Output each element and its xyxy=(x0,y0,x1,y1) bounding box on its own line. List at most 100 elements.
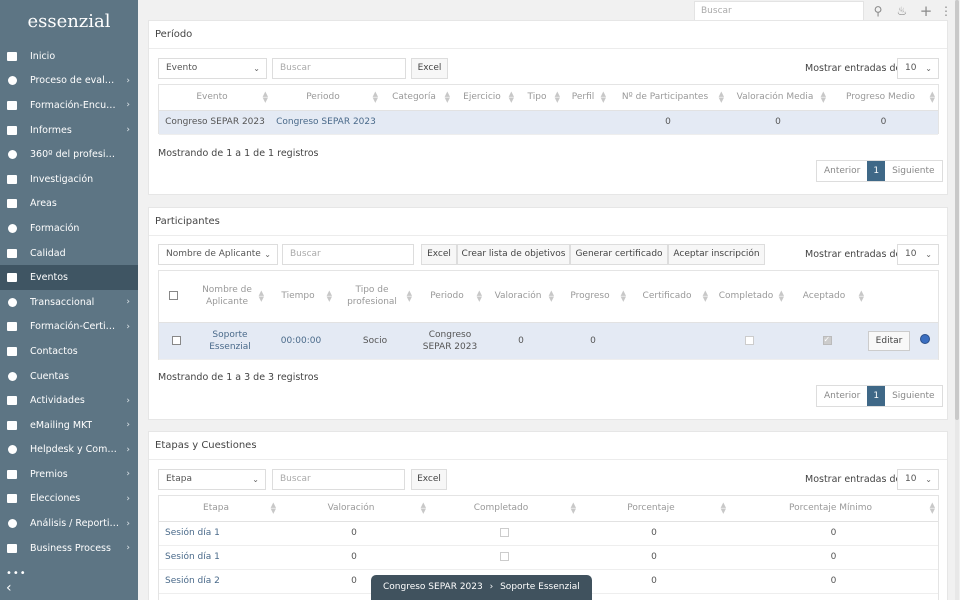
breadcrumb-item[interactable]: Soporte Essenzial xyxy=(500,582,580,592)
participantes-filter-select[interactable]: Nombre de Aplicante ⌄ xyxy=(158,244,278,265)
pager-prev-button[interactable]: Anterior xyxy=(817,386,868,406)
cell-select[interactable] xyxy=(159,322,193,360)
col-evento[interactable]: Evento ▲ ▼ xyxy=(159,85,271,111)
user-status-icon[interactable] xyxy=(919,333,930,344)
app-logo[interactable]: essenzial xyxy=(0,0,138,44)
select-all-checkbox[interactable] xyxy=(168,291,178,301)
chevron-right-icon: › xyxy=(126,75,130,86)
sidebar-item-elecciones[interactable]: Elecciones › xyxy=(0,487,138,512)
col-aceptado[interactable]: Aceptado ▲ ▼ xyxy=(787,271,867,323)
collapse-icon[interactable]: ‹ xyxy=(6,580,12,596)
col-nombre[interactable]: Nombre de Aplicante ▲ ▼ xyxy=(193,271,267,323)
cell-actions: Editar xyxy=(867,322,911,360)
generar-certificado-button[interactable]: Generar certificado xyxy=(570,244,668,265)
periodo-filter-select[interactable]: Evento ⌄ xyxy=(158,58,267,79)
table-row[interactable]: Sesión día 1 0 0 0 xyxy=(159,545,938,570)
sidebar-item-actividades[interactable]: Actividades › xyxy=(0,388,138,413)
col-ejercicio[interactable]: Ejercicio ▲ ▼ xyxy=(453,85,517,111)
table-row[interactable]: Soporte Essenzial 00:00:00 Socio Congres… xyxy=(159,322,938,360)
participantes-table: Nombre de Aplicante ▲ ▼ Tiempo ▲ ▼ Tipo de p… xyxy=(159,271,938,360)
col-aceptado-label: Aceptado xyxy=(802,291,846,302)
col-certificado[interactable]: Certificado ▲ ▼ xyxy=(629,271,711,323)
kebab-menu-icon[interactable]: ⋮ xyxy=(940,4,952,18)
sidebar-item-helpdesk-y-comun[interactable]: Helpdesk y Comun... › xyxy=(0,438,138,463)
global-search-input[interactable]: Buscar xyxy=(694,1,864,21)
row-checkbox[interactable] xyxy=(171,335,181,345)
sidebar-item-formación-encues[interactable]: Formación-Encues... › xyxy=(0,93,138,118)
breadcrumb-item[interactable]: Congreso SEPAR 2023 xyxy=(383,582,483,592)
col-progreso-medio[interactable]: Progreso Medio ▲ ▼ xyxy=(829,85,938,111)
pager-next-button[interactable]: Siguiente xyxy=(885,161,942,181)
pager-next-button[interactable]: Siguiente xyxy=(885,386,942,406)
periodo-search-input[interactable]: Buscar xyxy=(272,58,406,79)
etapas-search-input[interactable]: Buscar xyxy=(272,469,405,490)
crear-lista-objetivos-button[interactable]: Crear lista de objetivos xyxy=(457,244,570,265)
pager-prev-button[interactable]: Anterior xyxy=(817,161,868,181)
col-perfil[interactable]: Perfil ▲ ▼ xyxy=(563,85,609,111)
aceptar-inscripcion-button[interactable]: Aceptar inscripción xyxy=(668,244,765,265)
col-progreso[interactable]: Progreso ▲ ▼ xyxy=(557,271,629,323)
cell-etapa-link[interactable]: Sesión día 1 xyxy=(159,545,279,570)
sidebar-item-inicio[interactable]: Inicio xyxy=(0,44,138,69)
pager-page-1[interactable]: 1 xyxy=(867,161,886,181)
col-porcentaje-minimo[interactable]: Porcentaje Mínimo ▲ ▼ xyxy=(729,496,938,522)
more-icon[interactable]: ••• xyxy=(6,568,27,579)
col-categoria[interactable]: Categoría ▲ ▼ xyxy=(381,85,453,111)
bell-icon[interactable]: ♨ xyxy=(892,4,912,18)
col-periodo[interactable]: Periodo ▲ ▼ xyxy=(415,271,485,323)
search-icon[interactable]: ⚲ xyxy=(868,4,888,18)
sort-icon: ▲ ▼ xyxy=(444,90,450,105)
periodo-panel: Período Evento ⌄ Buscar Excel Mostrar ent… xyxy=(148,20,948,195)
sidebar-item-formación-certific[interactable]: Formación-Certific... › xyxy=(0,315,138,340)
periodo-entries-select[interactable]: 10 ⌄ xyxy=(897,58,939,79)
cell-nombre-link[interactable]: Soporte Essenzial xyxy=(193,322,267,360)
sidebar-item-contactos[interactable]: Contactos xyxy=(0,339,138,364)
sidebar-item-cuentas[interactable]: Cuentas xyxy=(0,364,138,389)
table-row[interactable]: Congreso SEPAR 2023 Congreso SEPAR 2023 … xyxy=(159,110,938,135)
sidebar-item-emailing-mkt[interactable]: eMailing MKT › xyxy=(0,413,138,438)
col-select-all[interactable] xyxy=(159,271,193,323)
sidebar-item-áreas[interactable]: Áreas xyxy=(0,192,138,217)
sidebar-item-business-process[interactable]: Business Process › xyxy=(0,536,138,561)
page-scrollbar[interactable] xyxy=(955,0,959,600)
edit-button[interactable]: Editar xyxy=(867,330,911,351)
participantes-excel-button[interactable]: Excel xyxy=(421,244,457,265)
sort-icon: ▲ ▼ xyxy=(326,289,332,304)
table-row[interactable]: Sesión día 1 0 0 0 xyxy=(159,521,938,546)
periodo-excel-button[interactable]: Excel xyxy=(411,58,448,79)
col-tiempo[interactable]: Tiempo ▲ ▼ xyxy=(267,271,335,323)
scrollbar-thumb[interactable] xyxy=(955,0,959,420)
col-completado[interactable]: Completado ▲ ▼ xyxy=(429,496,579,522)
participantes-search-input[interactable]: Buscar xyxy=(282,244,414,265)
col-valoracion-media[interactable]: Valoración Media ▲ ▼ xyxy=(727,85,829,111)
cell-etapa-link[interactable]: Sesión día 1 xyxy=(159,521,279,546)
col-tipo-profesional[interactable]: Tipo de profesional ▲ ▼ xyxy=(335,271,415,323)
col-valoracion[interactable]: Valoración ▲ ▼ xyxy=(279,496,429,522)
sidebar-item-premios[interactable]: Premios › xyxy=(0,462,138,487)
sort-icon: ▲ ▼ xyxy=(929,501,935,516)
participantes-entries-select[interactable]: 10 ⌄ xyxy=(897,244,939,265)
col-participantes[interactable]: Nº de Participantes ▲ ▼ xyxy=(609,85,727,111)
col-valoracion[interactable]: Valoración ▲ ▼ xyxy=(485,271,557,323)
col-completado[interactable]: Completado ▲ ▼ xyxy=(711,271,787,323)
sidebar-item-transaccional[interactable]: Transaccional › xyxy=(0,290,138,315)
pager-page-1[interactable]: 1 xyxy=(867,386,886,406)
etapas-filter-select[interactable]: Etapa ⌄ xyxy=(158,469,266,490)
sidebar-item-informes[interactable]: Informes › xyxy=(0,118,138,143)
cell-etapa-link[interactable]: Sesión día 2 xyxy=(159,569,279,594)
sidebar-item-formación[interactable]: Formación xyxy=(0,216,138,241)
sidebar-item-360º-del-profesional[interactable]: 360º del profesional xyxy=(0,142,138,167)
sidebar-item-eventos[interactable]: Eventos xyxy=(0,265,138,290)
col-etapa[interactable]: Etapa ▲ ▼ xyxy=(159,496,279,522)
sidebar-item-proceso-de-evalua[interactable]: Proceso de evalua... › xyxy=(0,69,138,94)
sidebar-item-análisis-reporting[interactable]: Análisis / Reporting › xyxy=(0,511,138,536)
plus-icon[interactable]: + xyxy=(916,2,936,20)
cell-periodo-link[interactable]: Congreso SEPAR 2023 xyxy=(271,110,381,135)
sidebar-item-calidad[interactable]: Calidad xyxy=(0,241,138,266)
col-periodo[interactable]: Periodo ▲ ▼ xyxy=(271,85,381,111)
sidebar-item-investigación[interactable]: Investigación xyxy=(0,167,138,192)
etapas-excel-button[interactable]: Excel xyxy=(411,469,447,490)
col-porcentaje[interactable]: Porcentaje ▲ ▼ xyxy=(579,496,729,522)
etapas-entries-select[interactable]: 10 ⌄ xyxy=(897,469,939,490)
col-tipo[interactable]: Tipo ▲ ▼ xyxy=(517,85,563,111)
